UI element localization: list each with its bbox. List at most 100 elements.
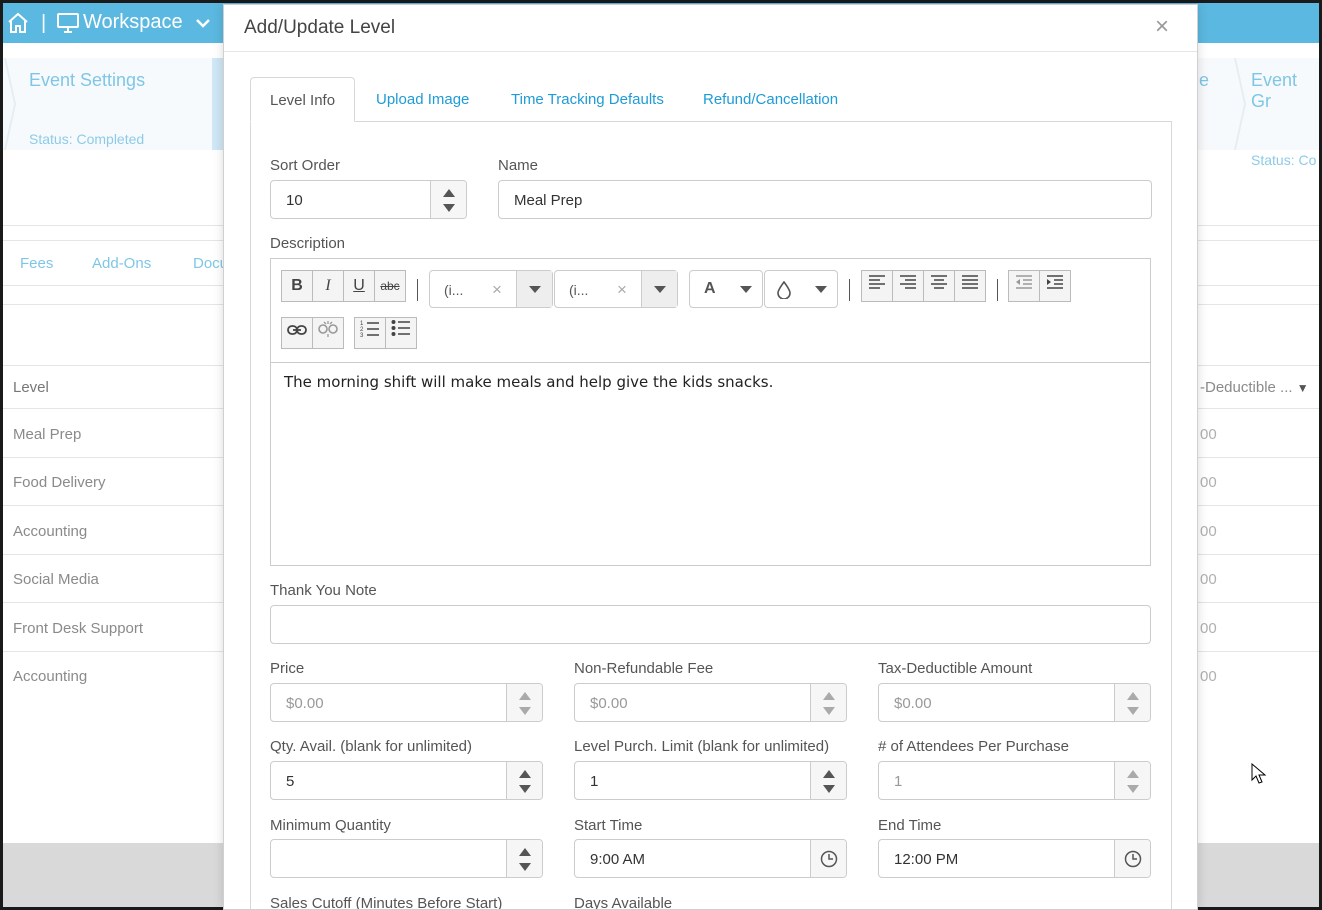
sort-order-label: Sort Order: [270, 157, 341, 174]
unordered-list-icon: [391, 320, 410, 336]
close-icon[interactable]: ×: [1155, 15, 1169, 39]
clock-icon: [820, 850, 838, 868]
align-justify-icon: [962, 275, 978, 289]
non-refundable-fee-label: Non-Refundable Fee: [574, 660, 714, 677]
align-left-icon: [869, 275, 885, 289]
wizard-step-title: Event Gr: [1251, 70, 1298, 111]
sales-cutoff-label: Sales Cutoff (Minutes Before Start): [270, 895, 503, 910]
thank-you-note-label: Thank You Note: [270, 582, 377, 599]
start-time-picker-button[interactable]: [810, 840, 846, 877]
qty-avail-label: Qty. Avail. (blank for unlimited): [270, 738, 473, 755]
price-label: Price: [270, 660, 305, 677]
tab-level-info[interactable]: Level Info: [250, 77, 355, 122]
unlink-icon: [318, 321, 338, 337]
font-name-dropdown[interactable]: (i... ×: [429, 270, 553, 308]
end-time-picker-button[interactable]: [1114, 840, 1150, 877]
clear-icon[interactable]: ×: [492, 280, 502, 300]
modal-header: Add/Update Level ×: [224, 5, 1197, 52]
table-header-level[interactable]: Level: [13, 379, 49, 396]
level-purch-limit-input[interactable]: 1: [574, 761, 847, 800]
tax-deductible-amount-input[interactable]: $0.00: [878, 683, 1151, 722]
font-size-dropdown[interactable]: (i... ×: [554, 270, 678, 308]
minimum-quantity-input[interactable]: [270, 839, 543, 878]
align-right-button[interactable]: [892, 270, 924, 302]
table-row-level[interactable]: Meal Prep: [13, 426, 81, 443]
align-center-icon: [931, 275, 947, 289]
non-refundable-fee-input[interactable]: $0.00: [574, 683, 847, 722]
table-row-level[interactable]: Social Media: [13, 571, 99, 588]
end-time-input[interactable]: 12:00 PM: [878, 839, 1151, 878]
name-input[interactable]: Meal Prep: [498, 180, 1152, 219]
ordered-list-button[interactable]: 123: [354, 317, 386, 349]
description-content[interactable]: The morning shift will make meals and he…: [284, 373, 773, 391]
strikethrough-button[interactable]: abc: [374, 270, 406, 302]
subtab-fees[interactable]: Fees: [20, 255, 53, 272]
align-left-button[interactable]: [861, 270, 893, 302]
ordered-list-icon: 123: [360, 321, 379, 339]
table-row-value: 00: [1200, 474, 1217, 491]
level-purch-limit-stepper[interactable]: [810, 762, 846, 799]
toolbar-separator: [997, 279, 998, 301]
toolbar-separator: [417, 279, 418, 301]
align-center-button[interactable]: [923, 270, 955, 302]
font-color-dropdown[interactable]: A: [689, 270, 763, 308]
tab-upload-image[interactable]: Upload Image: [376, 77, 469, 122]
start-time-input[interactable]: 9:00 AM: [574, 839, 847, 878]
unordered-list-button[interactable]: [385, 317, 417, 349]
insert-link-button[interactable]: [281, 317, 313, 349]
subtab-add-ons[interactable]: Add-Ons: [92, 255, 151, 272]
indent-icon: [1047, 275, 1063, 289]
attendees-per-purchase-stepper[interactable]: [1114, 762, 1150, 799]
table-row-level[interactable]: Front Desk Support: [13, 620, 143, 637]
qty-avail-input[interactable]: 5: [270, 761, 543, 800]
outdent-icon: [1016, 275, 1032, 289]
link-icon: [287, 325, 307, 335]
toolbar-separator: [849, 279, 850, 301]
tax-deductible-amount-label: Tax-Deductible Amount: [878, 660, 1033, 677]
sort-order-stepper[interactable]: [430, 181, 466, 218]
tab-refund-cancellation[interactable]: Refund/Cancellation: [703, 77, 838, 122]
thank-you-note-input[interactable]: [270, 605, 1151, 644]
price-stepper[interactable]: [506, 684, 542, 721]
wizard-step-partial[interactable]: e: [1199, 70, 1209, 91]
end-time-label: End Time: [878, 817, 942, 834]
chevron-down-icon[interactable]: [195, 15, 211, 31]
remove-link-button[interactable]: [312, 317, 344, 349]
wizard-arrow-icon: [4, 58, 17, 150]
wizard-step-status: Status: Co: [1251, 152, 1317, 168]
table-header-tax-deductible[interactable]: -Deductible ... ▼: [1200, 379, 1309, 396]
outdent-button[interactable]: [1008, 270, 1040, 302]
clear-icon[interactable]: ×: [617, 280, 627, 300]
wizard-step-event-settings[interactable]: Event Settings Status: Completed: [29, 70, 145, 147]
underline-button[interactable]: U: [343, 270, 375, 302]
non-refundable-fee-stepper[interactable]: [810, 684, 846, 721]
indent-button[interactable]: [1039, 270, 1071, 302]
sort-order-input[interactable]: 10: [270, 180, 467, 219]
qty-avail-stepper[interactable]: [506, 762, 542, 799]
background-color-dropdown[interactable]: [764, 270, 838, 308]
table-row-value: 00: [1200, 620, 1217, 637]
table-row-level[interactable]: Food Delivery: [13, 474, 106, 491]
level-purch-limit-label: Level Purch. Limit (blank for unlimited): [574, 738, 830, 755]
attendees-per-purchase-input[interactable]: 1: [878, 761, 1151, 800]
minimum-quantity-stepper[interactable]: [506, 840, 542, 877]
table-row-level[interactable]: Accounting: [13, 523, 87, 540]
days-available-label: Days Available: [574, 895, 673, 910]
home-icon[interactable]: [6, 11, 30, 35]
chevron-down-icon[interactable]: [641, 271, 677, 307]
table-row-value: 00: [1200, 668, 1217, 685]
align-right-icon: [900, 275, 916, 289]
tax-deductible-amount-stepper[interactable]: [1114, 684, 1150, 721]
chevron-down-icon[interactable]: [516, 271, 552, 307]
workspace-menu[interactable]: Workspace: [83, 11, 183, 34]
svg-text:3: 3: [360, 333, 364, 337]
wizard-step-event-groups[interactable]: Event Gr Status: Co: [1251, 70, 1319, 168]
table-row-level[interactable]: Accounting: [13, 668, 87, 685]
tab-time-tracking-defaults[interactable]: Time Tracking Defaults: [511, 77, 664, 122]
bold-button[interactable]: B: [281, 270, 313, 302]
price-input[interactable]: $0.00: [270, 683, 543, 722]
table-row-value: 00: [1200, 426, 1217, 443]
align-justify-button[interactable]: [954, 270, 986, 302]
italic-button[interactable]: I: [312, 270, 344, 302]
add-update-level-modal: Add/Update Level × Level Info Upload Ima…: [223, 4, 1198, 910]
